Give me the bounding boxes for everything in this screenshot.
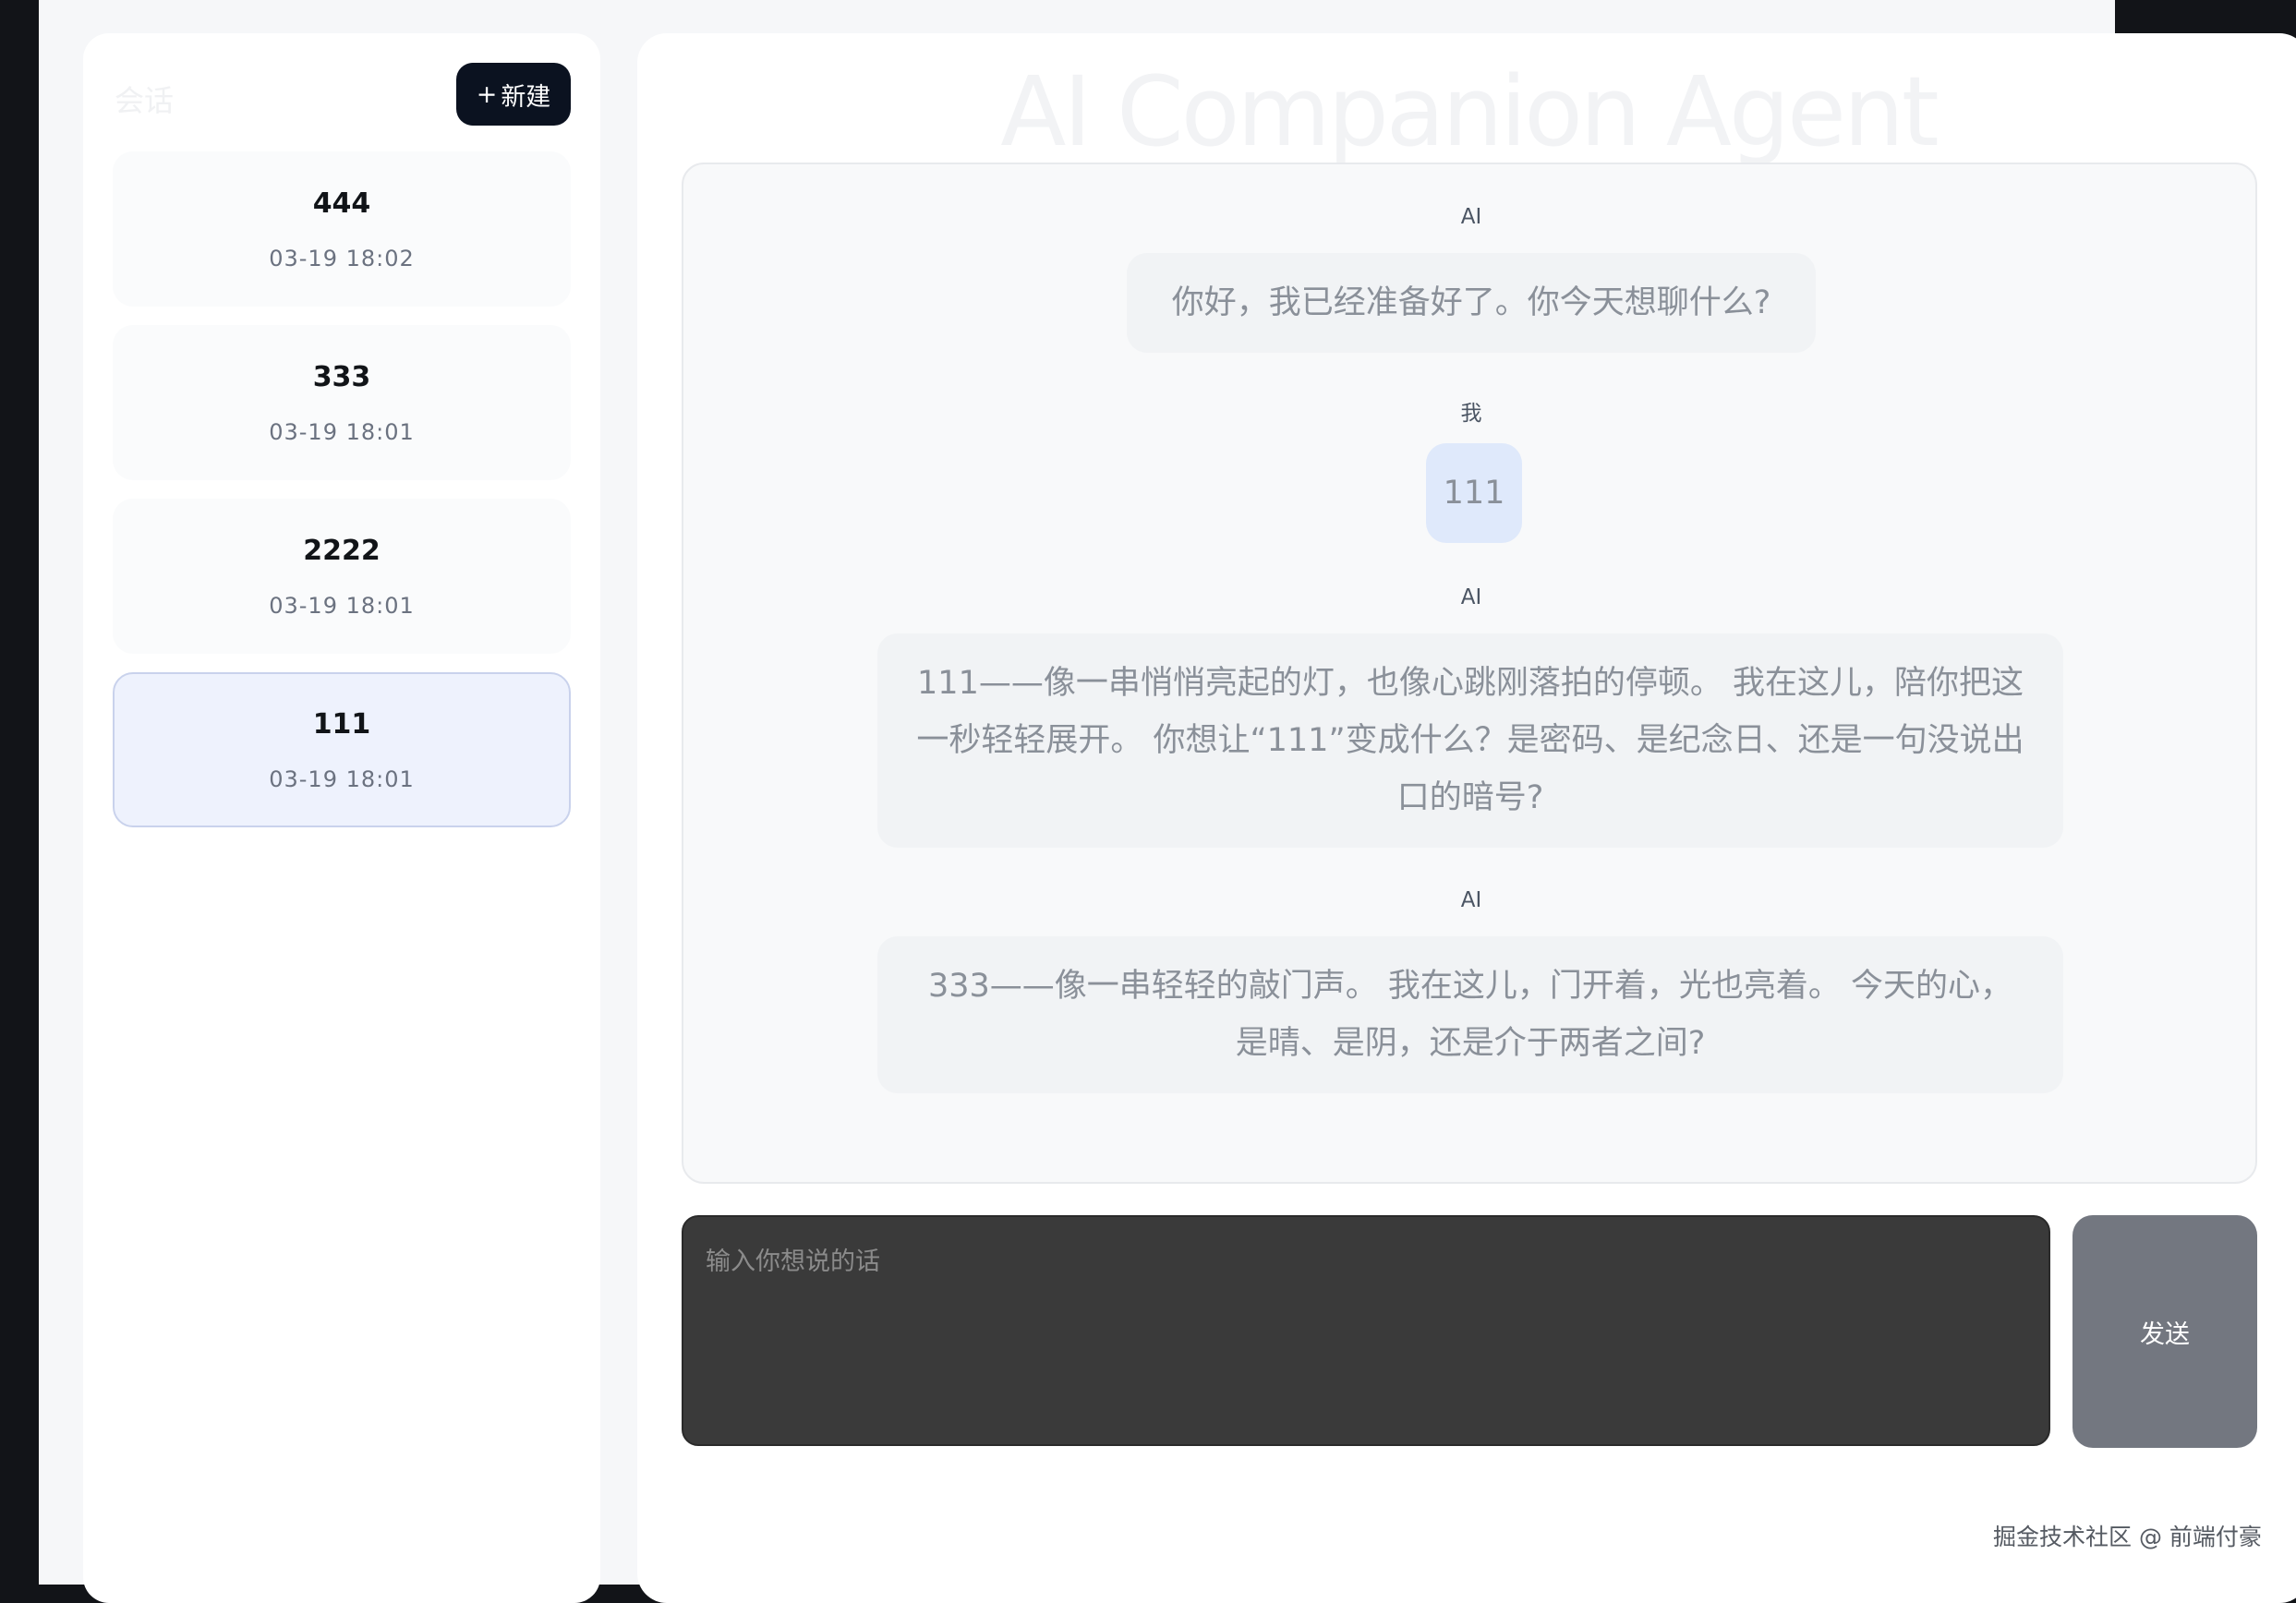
session-name: 111 (312, 707, 371, 741)
session-item-333[interactable]: 333 03-19 18:01 (113, 325, 571, 480)
send-button[interactable]: 发送 (2072, 1215, 2257, 1448)
new-session-button[interactable]: + 新建 (456, 63, 571, 126)
message-input[interactable] (682, 1215, 2050, 1446)
message-line: 333——像一串轻轻的敲门声。 我在这儿，门开着，光也亮着。 今天的心， (927, 968, 2013, 1005)
session-time: 03-19 18:01 (269, 418, 415, 445)
session-item-444[interactable]: 444 03-19 18:02 (113, 151, 571, 307)
message-sender-label: AI (1460, 888, 1482, 912)
session-name: 444 (312, 187, 371, 220)
chat-main: AI Companion Agent AI 你好，我已经准备好了。你今天想聊什么… (637, 33, 2296, 1603)
ai-message-bubble: 333——像一串轻轻的敲门声。 我在这儿，门开着，光也亮着。 今天的心， 是晴、… (877, 936, 2063, 1093)
session-time: 03-19 18:02 (269, 245, 415, 271)
ai-message-bubble: 你好，我已经准备好了。你今天想聊什么? (1127, 253, 1816, 353)
session-item-111[interactable]: 111 03-19 18:01 (113, 672, 571, 827)
message-list[interactable]: AI 你好，我已经准备好了。你今天想聊什么? 我 111 AI 111——像一串… (682, 163, 2257, 1184)
session-sidebar: 会话 + 新建 444 03-19 18:02 333 03-19 18:01 … (83, 33, 600, 1603)
message-line: 是晴、是阴，还是介于两者之间? (1235, 1025, 1706, 1062)
new-session-label: 新建 (501, 82, 551, 112)
page-title: AI Companion Agent (1000, 55, 1939, 168)
message-line: 一秒轻轻展开。 你想让“111”变成什么？是密码、是纪念日、还是一句没说出 (916, 722, 2024, 759)
sidebar-title: 会话 (115, 83, 175, 118)
message-sender-label: AI (1460, 205, 1482, 229)
user-message-bubble: 111 (1426, 443, 1522, 543)
message-sender-label: AI (1460, 585, 1482, 609)
session-name: 333 (312, 360, 371, 393)
session-name: 2222 (303, 534, 381, 567)
plus-icon: + (476, 79, 498, 109)
message-line: 口的暗号? (1396, 779, 1544, 816)
session-list: 444 03-19 18:02 333 03-19 18:01 2222 03-… (113, 151, 571, 846)
watermark: 掘金技术社区 @ 前端付豪 (1993, 1524, 2262, 1550)
session-time: 03-19 18:01 (269, 765, 415, 792)
ai-message-bubble: 111——像一串悄悄亮起的灯，也像心跳刚落拍的停顿。 我在这儿，陪你把这 一秒轻… (877, 633, 2063, 848)
message-sender-label: 我 (1460, 402, 1482, 426)
session-time: 03-19 18:01 (269, 592, 415, 619)
session-item-2222[interactable]: 2222 03-19 18:01 (113, 499, 571, 654)
message-line: 111——像一串悄悄亮起的灯，也像心跳刚落拍的停顿。 我在这儿，陪你把这 (917, 665, 2024, 702)
